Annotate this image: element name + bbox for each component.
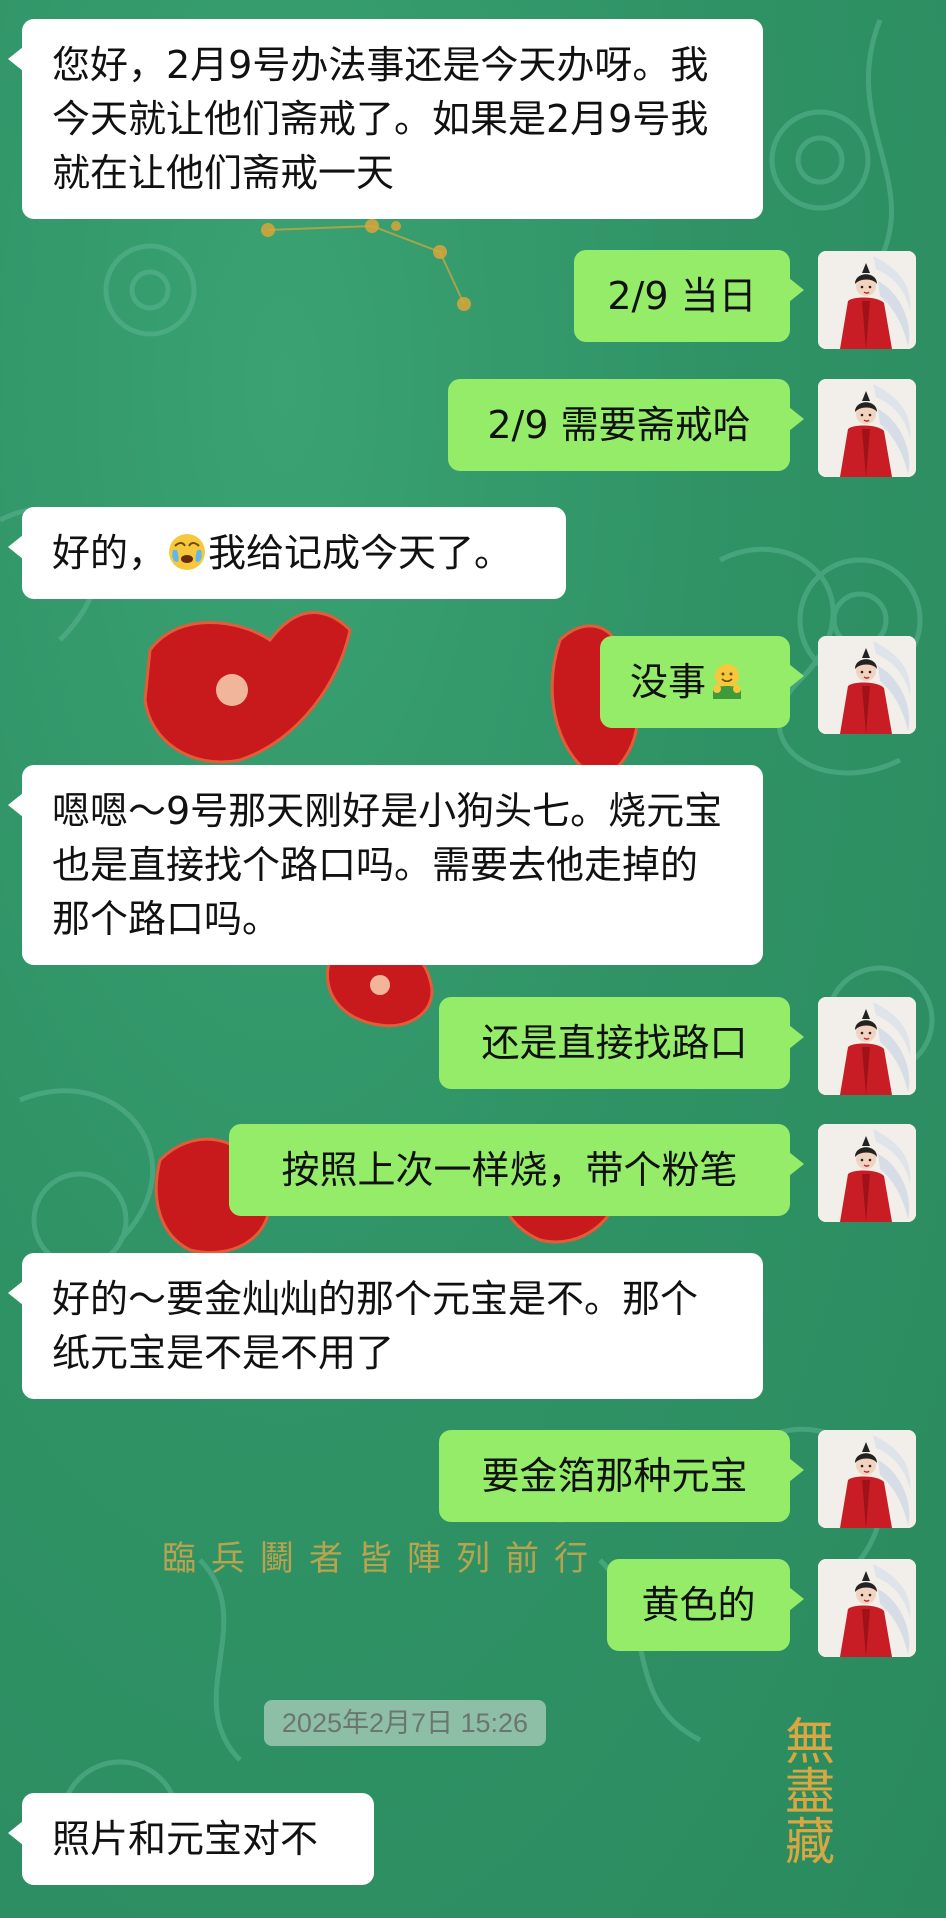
outgoing-message-bubble[interactable]: 按照上次一样烧，带个粉笔 — [229, 1124, 804, 1216]
my-avatar-icon[interactable] — [818, 636, 916, 734]
outgoing-message-bubble[interactable]: 没事 — [600, 636, 804, 728]
my-avatar-icon[interactable] — [818, 1124, 916, 1222]
chat-window[interactable]: 臨兵鬬者皆陣列前行 無盡藏 您好，2月9号办法事还是今天办呀。我今天就让他们斋戒… — [0, 0, 946, 1918]
message-text: 我给记成今天了。 — [208, 531, 513, 575]
incoming-message-bubble[interactable]: 好的， 我给记成今天了。 — [8, 507, 566, 599]
my-avatar-icon[interactable] — [818, 379, 916, 477]
incoming-message-bubble[interactable]: 照片和元宝对不 — [8, 1793, 374, 1885]
outgoing-message-bubble[interactable]: 黄色的 — [607, 1559, 804, 1651]
incoming-message-bubble[interactable]: 嗯嗯～9号那天刚好是小狗头七。烧元宝也是直接找个路口吗。需要去他走掉的那个路口吗… — [8, 765, 763, 965]
my-avatar-icon[interactable] — [818, 997, 916, 1095]
outgoing-message-bubble[interactable]: 要金箔那种元宝 — [439, 1430, 804, 1522]
hug-emoji — [713, 664, 742, 699]
timestamp-label: 2025年2月7日 15:26 — [264, 1700, 546, 1746]
outgoing-message-bubble[interactable]: 还是直接找路口 — [439, 997, 804, 1089]
calligraphy-text: 無盡藏 — [777, 1715, 835, 1865]
message-text: 好的， — [52, 531, 167, 575]
outgoing-message-bubble[interactable]: 2/9 需要斋戒哈 — [448, 379, 804, 471]
incoming-message-bubble[interactable]: 好的～要金灿灿的那个元宝是不。那个纸元宝是不是不用了 — [8, 1253, 763, 1399]
poem-text: 臨兵鬬者皆陣列前行 — [162, 1539, 603, 1579]
my-avatar-icon[interactable] — [818, 1430, 916, 1528]
crying-face-emoji — [169, 534, 206, 570]
incoming-message-bubble[interactable]: 您好，2月9号办法事还是今天办呀。我今天就让他们斋戒了。如果是2月9号我就在让他… — [8, 19, 763, 219]
outgoing-message-bubble[interactable]: 2/9 当日 — [574, 250, 804, 342]
message-text: 没事 — [630, 660, 707, 704]
my-avatar-icon[interactable] — [818, 251, 916, 349]
my-avatar-icon[interactable] — [818, 1559, 916, 1657]
